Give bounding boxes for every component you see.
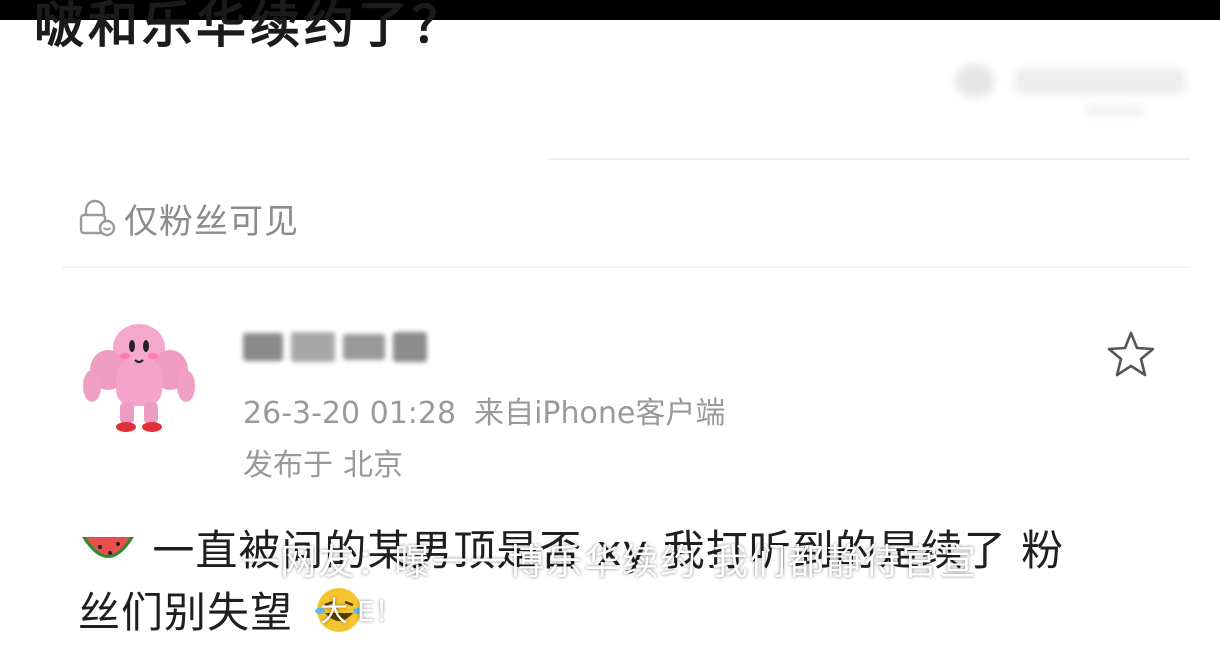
post-meta-time: 26-3-20 01:28 来自iPhone客户端 — [243, 388, 725, 432]
star-outline-icon[interactable] — [1104, 328, 1158, 382]
blurred-sub-label — [1085, 104, 1145, 116]
visibility-label: 仅粉丝可见 — [124, 201, 299, 242]
blurred-icon — [955, 64, 995, 98]
user-avatar[interactable] — [78, 306, 200, 434]
post-time: 26-3-20 01:28 — [243, 396, 457, 431]
blurred-char — [343, 334, 385, 360]
blurred-char — [291, 332, 335, 362]
video-subtitle-line2: 大 E！ — [320, 595, 403, 628]
visibility-indicator: 仅粉丝可见 — [76, 195, 299, 242]
location-text: 北京 — [343, 448, 403, 483]
blurred-char — [393, 332, 427, 362]
previous-post-title: 啵和乐华续约了？ — [34, 0, 466, 54]
blurred-label — [1015, 68, 1185, 94]
blurred-follow-button[interactable] — [955, 58, 1185, 116]
video-subtitle: 一网友：曝一一博乐华续约 我们都静待官宣 — [242, 542, 978, 583]
lock-icon — [79, 199, 116, 237]
post-meta-location: 发布于 北京 — [243, 440, 403, 484]
blurred-char — [243, 333, 283, 361]
post-body-line2: 丝们别失望 — [78, 588, 294, 637]
divider — [62, 266, 1190, 268]
username-blurred[interactable] — [243, 326, 428, 368]
location-prefix: 发布于 — [243, 448, 333, 483]
divider — [548, 158, 1190, 160]
post-source: 来自iPhone客户端 — [474, 396, 726, 431]
watermelon-emoji-icon — [82, 537, 134, 558]
